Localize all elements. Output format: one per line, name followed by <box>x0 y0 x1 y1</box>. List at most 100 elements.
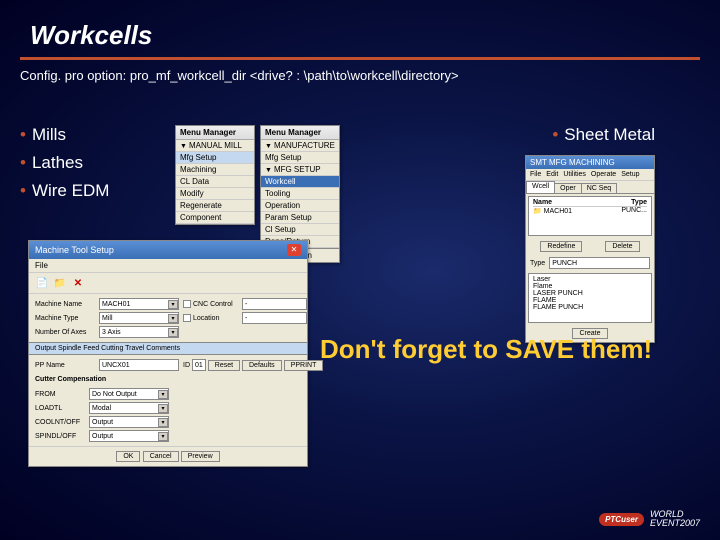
menu-item-param-setup[interactable]: Param Setup <box>261 212 339 224</box>
file-menu[interactable]: File <box>29 259 307 273</box>
panel-title: Menu Manager <box>261 126 339 140</box>
section-header: ▼MANUAL MILL <box>176 140 254 152</box>
dialog-buttons: OK Cancel Preview <box>29 446 307 466</box>
output-tabs-header[interactable]: Output Spindle Feed Cutting Travel Comme… <box>29 342 307 355</box>
num-axes-label: Number Of Axes <box>35 329 95 336</box>
list-item[interactable]: FLAME <box>533 297 647 304</box>
open-icon[interactable]: 📁 <box>53 276 67 290</box>
list-item[interactable]: LASER PUNCH <box>533 290 647 297</box>
type-label: Type <box>530 260 545 267</box>
ok-button[interactable]: OK <box>116 451 140 462</box>
mid-buttons: Redefine Delete <box>526 238 654 255</box>
pp-name-input[interactable]: UNCX01 <box>99 359 179 371</box>
cutter-comp-label: Cutter Compensation <box>29 375 307 384</box>
title-underline <box>20 57 700 60</box>
menu-utilities[interactable]: Utilities <box>563 171 586 178</box>
menu-edit[interactable]: Edit <box>546 171 558 178</box>
bullet-label: Sheet Metal <box>564 125 655 144</box>
bullet-mills: •Mills <box>20 125 109 145</box>
preview-button[interactable]: Preview <box>181 451 220 462</box>
type-input[interactable]: PUNCH <box>549 257 650 269</box>
machine-type-label: Machine Type <box>35 315 95 322</box>
cnc-control-label: CNC Control <box>183 300 238 308</box>
col-type: Type <box>631 199 647 206</box>
cnc-control-input[interactable]: - <box>242 298 307 310</box>
config-text: Config. pro option: pro_mf_workcell_dir … <box>0 68 720 83</box>
id-input[interactable]: 01 <box>192 359 206 371</box>
menu-item-mfg-setup[interactable]: Mfg Setup <box>176 152 254 164</box>
redefine-button[interactable]: Redefine <box>540 241 582 252</box>
tab-wcell[interactable]: Wcell <box>526 181 555 193</box>
menu-bar: File Edit Utilities Operate Setup <box>526 169 654 181</box>
chevron-down-icon[interactable]: ▾ <box>168 314 178 323</box>
loadtl-select[interactable]: Modal▾ <box>89 402 169 414</box>
menu-setup[interactable]: Setup <box>621 171 639 178</box>
type-list[interactable]: Laser Flame LASER PUNCH FLAME FLAME PUNC… <box>528 273 652 323</box>
from-label: FROM <box>35 391 85 398</box>
bullet-label: Mills <box>32 125 66 144</box>
panel-title: Menu Manager <box>176 126 254 140</box>
loadtl-label: LOADTL <box>35 405 85 412</box>
chevron-down-icon[interactable]: ▾ <box>158 404 168 413</box>
menu-item-cl-data[interactable]: CL Data <box>176 176 254 188</box>
close-icon[interactable]: ✕ <box>287 244 301 256</box>
section-header-mfg-setup: ▼MFG SETUP <box>261 164 339 176</box>
chevron-down-icon[interactable]: ▾ <box>168 328 178 337</box>
menu-item-mfg-setup[interactable]: Mfg Setup <box>261 152 339 164</box>
menu-item-regenerate[interactable]: Regenerate <box>176 200 254 212</box>
chevron-down-icon[interactable]: ▾ <box>158 390 168 399</box>
menu-manager-1-panel: Menu Manager ▼MANUAL MILL Mfg Setup Mach… <box>175 125 255 225</box>
num-axes-select[interactable]: 3 Axis▾ <box>99 326 179 338</box>
chevron-down-icon[interactable]: ▾ <box>158 418 168 427</box>
form-grid: Machine Name MACH01▾ CNC Control - Machi… <box>29 294 307 342</box>
page-title: Workcells <box>0 0 720 55</box>
menu-item-workcell[interactable]: Workcell <box>261 176 339 188</box>
delete-icon[interactable]: ✕ <box>71 276 85 290</box>
cancel-button[interactable]: Cancel <box>143 451 179 462</box>
list-item[interactable]: Laser <box>533 276 647 283</box>
section-header-manufacture: ▼MANUFACTURE <box>261 140 339 152</box>
list-item[interactable]: FLAME PUNCH <box>533 304 647 311</box>
spindl-select[interactable]: Output▾ <box>89 430 169 442</box>
menu-item-operation[interactable]: Operation <box>261 200 339 212</box>
defaults-button[interactable]: Defaults <box>242 360 282 371</box>
machine-type-select[interactable]: Mill▾ <box>99 312 179 324</box>
tab-oper[interactable]: Oper <box>554 183 582 193</box>
menu-operate[interactable]: Operate <box>591 171 616 178</box>
panel-title: SMT MFG MACHINING <box>526 156 654 169</box>
menu-item-component[interactable]: Component <box>176 212 254 224</box>
chevron-down-icon[interactable]: ▾ <box>168 300 178 309</box>
footer-logo: PTCuser WORLD EVENT2007 <box>599 510 700 528</box>
delete-button[interactable]: Delete <box>605 241 639 252</box>
machine-name-label: Machine Name <box>35 301 95 308</box>
chevron-down-icon[interactable]: ▾ <box>158 432 168 441</box>
dialog-titlebar[interactable]: Machine Tool Setup ✕ <box>29 241 307 259</box>
menu-item-tooling[interactable]: Tooling <box>261 188 339 200</box>
list-item[interactable]: Flame <box>533 283 647 290</box>
toolbar: 📄 📁 ✕ <box>29 273 307 294</box>
world-event-text: WORLD EVENT2007 <box>650 510 700 528</box>
smt-mfg-machining-panel: SMT MFG MACHINING File Edit Utilities Op… <box>525 155 655 343</box>
reset-button[interactable]: Reset <box>208 360 240 371</box>
tab-nc-seq[interactable]: NC Seq <box>581 183 618 193</box>
id-label: ID <box>183 362 190 369</box>
menu-item-cl-setup[interactable]: Cl Setup <box>261 224 339 236</box>
tree-header: Name Type <box>533 199 647 207</box>
coolnt-select[interactable]: Output▾ <box>89 416 169 428</box>
from-select[interactable]: Do Not Output▾ <box>89 388 169 400</box>
checkbox[interactable] <box>183 314 191 322</box>
menu-item-modify[interactable]: Modify <box>176 188 254 200</box>
menu-file[interactable]: File <box>530 171 541 178</box>
bullet-label: Wire EDM <box>32 181 109 200</box>
pprint-button[interactable]: PPRINT <box>284 360 324 371</box>
checkbox[interactable] <box>183 300 191 308</box>
right-bullets: •Sheet Metal <box>552 125 655 153</box>
new-icon[interactable]: 📄 <box>35 276 49 290</box>
tree-area[interactable]: Name Type 📁 MACH01 PUNC... <box>528 196 652 236</box>
tree-row[interactable]: 📁 MACH01 PUNC... <box>533 207 647 215</box>
pp-name-label: PP Name <box>35 362 95 369</box>
machine-name-input[interactable]: MACH01▾ <box>99 298 179 310</box>
menu-item-machining[interactable]: Machining <box>176 164 254 176</box>
bullet-wire-edm: •Wire EDM <box>20 181 109 201</box>
location-input[interactable]: - <box>242 312 307 324</box>
